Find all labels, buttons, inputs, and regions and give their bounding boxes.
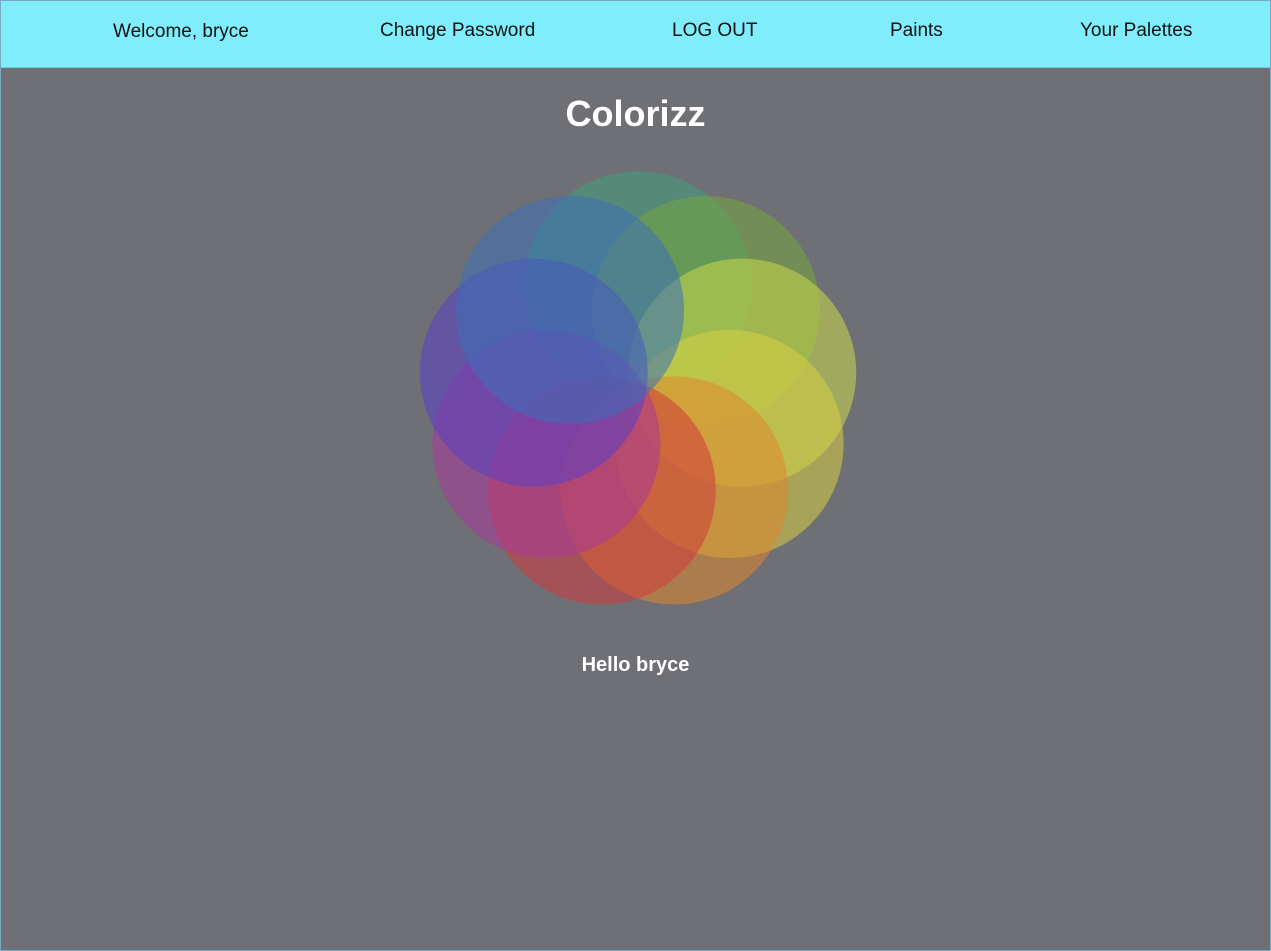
paints-link[interactable]: Paints [890, 20, 943, 42]
top-navbar: Welcome, bryce Change Password LOG OUT P… [1, 1, 1270, 68]
color-wheel-logo [419, 171, 857, 605]
logout-link[interactable]: LOG OUT [672, 20, 758, 42]
welcome-text: Welcome, bryce [113, 21, 249, 42]
change-password-link[interactable]: Change Password [380, 20, 535, 42]
your-palettes-link[interactable]: Your Palettes [1080, 20, 1192, 42]
app-title: Colorizz [565, 93, 706, 134]
petal-9 [456, 196, 684, 424]
petal-group [419, 171, 857, 605]
greeting-text: Hello bryce [581, 654, 690, 676]
